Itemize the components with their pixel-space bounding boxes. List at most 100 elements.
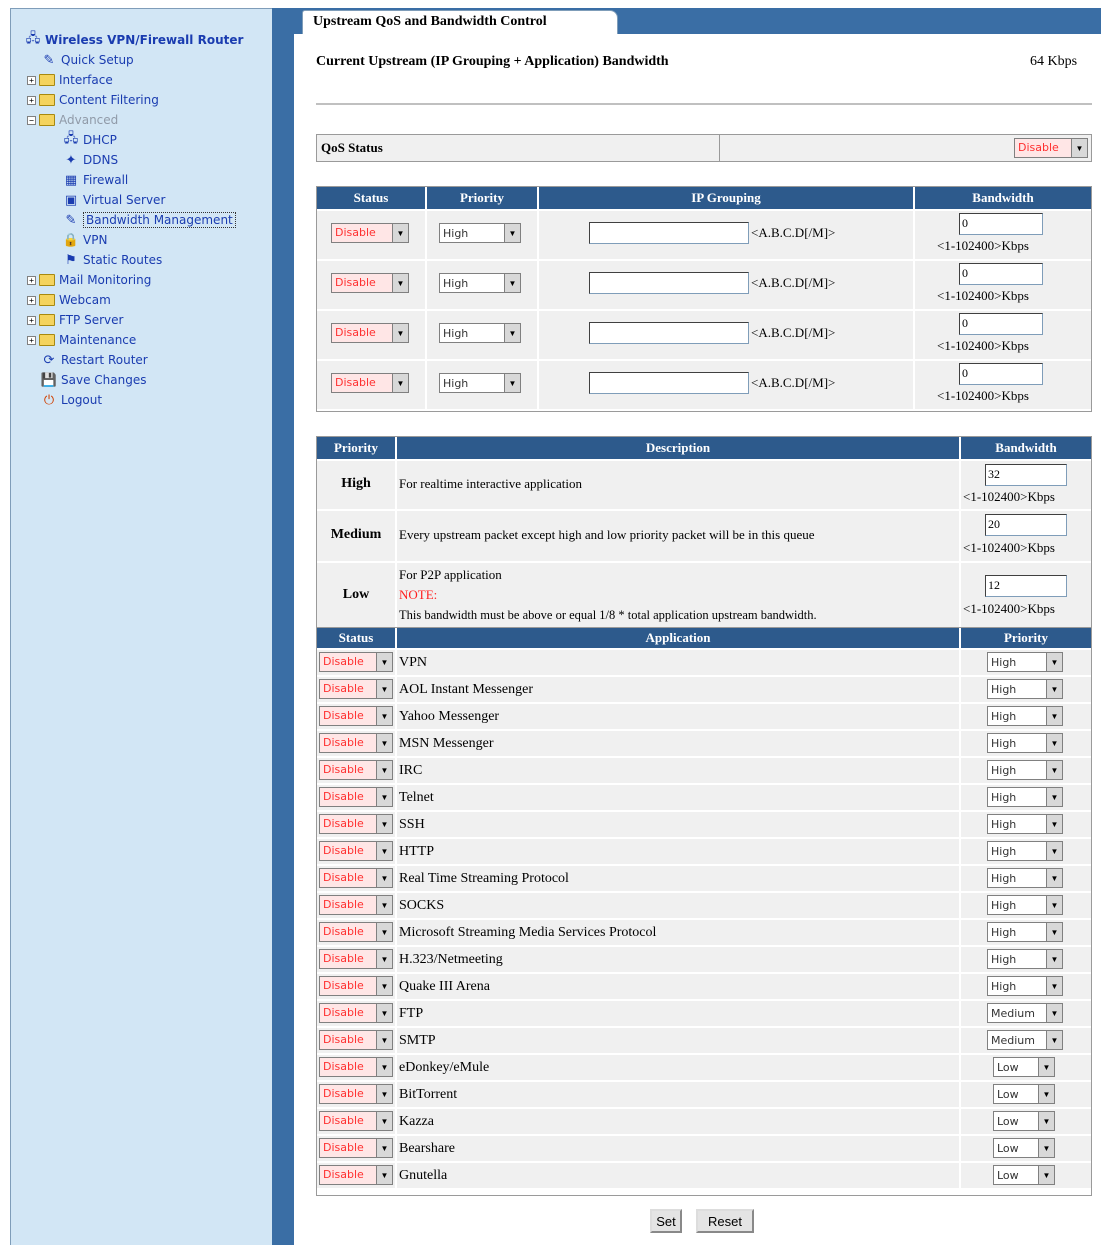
app-priority-select[interactable]: High ▼	[987, 976, 1063, 996]
app-priority-value: High	[991, 709, 1017, 723]
sidebar-item-restart-router[interactable]: ⟳ Restart Router	[41, 351, 148, 369]
expand-icon[interactable]: +	[27, 295, 36, 305]
ip-grouping-input[interactable]	[589, 322, 749, 344]
sidebar-item-label: Virtual Server	[83, 193, 166, 207]
ip-priority-select[interactable]: High ▼	[439, 273, 521, 293]
qos-status-select[interactable]: Disable ▼	[1014, 138, 1088, 158]
app-status-select[interactable]: Disable ▼	[319, 1057, 393, 1077]
sidebar-item-ddns[interactable]: ✦ DDNS	[63, 151, 119, 169]
tree-root-label: Wireless VPN/Firewall Router	[45, 33, 244, 47]
ip-priority-select[interactable]: High ▼	[439, 373, 521, 393]
sidebar-item-vpn[interactable]: 🔒 VPN	[63, 231, 108, 249]
medium-bandwidth-input[interactable]: 20	[985, 514, 1067, 536]
expand-icon[interactable]: +	[27, 75, 36, 85]
sidebar-item-label: VPN	[83, 233, 108, 247]
expand-icon[interactable]: +	[27, 315, 36, 325]
sidebar-item-bandwidth-management[interactable]: ✎ Bandwidth Management	[63, 211, 236, 229]
sidebar-item-webcam[interactable]: + Webcam	[27, 291, 111, 309]
app-status-select[interactable]: Disable ▼	[319, 1030, 393, 1050]
app-status-select[interactable]: Disable ▼	[319, 760, 393, 780]
app-priority-select[interactable]: Medium ▼	[987, 1003, 1063, 1023]
app-status-select[interactable]: Disable ▼	[319, 1111, 393, 1131]
high-bandwidth-input[interactable]: 32	[985, 464, 1067, 486]
app-status-select[interactable]: Disable ▼	[319, 1084, 393, 1104]
app-priority-select[interactable]: Low ▼	[993, 1057, 1055, 1077]
app-priority-select[interactable]: High ▼	[987, 841, 1063, 861]
ip-bandwidth-input[interactable]: 0	[959, 313, 1043, 335]
expand-icon[interactable]: +	[27, 275, 36, 285]
ip-status-select[interactable]: Disable ▼	[331, 273, 409, 293]
ip-bandwidth-input[interactable]: 0	[959, 263, 1043, 285]
app-status-select[interactable]: Disable ▼	[319, 1003, 393, 1023]
tree-root[interactable]: 🖧 Wireless VPN/Firewall Router	[25, 31, 244, 49]
app-status-select[interactable]: Disable ▼	[319, 787, 393, 807]
app-priority-select[interactable]: Low ▼	[993, 1111, 1055, 1131]
app-priority-select[interactable]: High ▼	[987, 679, 1063, 699]
app-priority-select[interactable]: High ▼	[987, 895, 1063, 915]
app-priority-select[interactable]: High ▼	[987, 652, 1063, 672]
sidebar-item-mail-monitoring[interactable]: + Mail Monitoring	[27, 271, 151, 289]
sidebar-item-firewall[interactable]: ▦ Firewall	[63, 171, 128, 189]
sidebar-item-quick-setup[interactable]: ✎ Quick Setup	[41, 51, 134, 69]
app-status-select[interactable]: Disable ▼	[319, 679, 393, 699]
chevron-down-icon: ▼	[1046, 815, 1062, 833]
sidebar-item-content-filtering[interactable]: + Content Filtering	[27, 91, 159, 109]
ip-status-select[interactable]: Disable ▼	[331, 373, 409, 393]
ip-status-select[interactable]: Disable ▼	[331, 223, 409, 243]
ip-priority-select[interactable]: High ▼	[439, 223, 521, 243]
expand-icon[interactable]: +	[27, 335, 36, 345]
app-priority-select[interactable]: Medium ▼	[987, 1030, 1063, 1050]
app-priority-select[interactable]: Low ▼	[993, 1138, 1055, 1158]
reset-button[interactable]: Reset	[696, 1209, 754, 1233]
ip-grouping-input[interactable]	[589, 272, 749, 294]
ip-bandwidth-input[interactable]: 0	[959, 213, 1043, 235]
app-row-priority-cell: High ▼	[961, 974, 1091, 999]
sidebar-item-label: FTP Server	[59, 313, 124, 327]
app-status-select[interactable]: Disable ▼	[319, 976, 393, 996]
ip-status-value: Disable	[332, 274, 392, 292]
app-priority-select[interactable]: High ▼	[987, 706, 1063, 726]
app-status-select[interactable]: Disable ▼	[319, 868, 393, 888]
app-priority-select[interactable]: High ▼	[987, 760, 1063, 780]
ip-bandwidth-input[interactable]: 0	[959, 363, 1043, 385]
app-status-select[interactable]: Disable ▼	[319, 652, 393, 672]
frame-separator[interactable]	[272, 8, 294, 1245]
app-status-select[interactable]: Disable ▼	[319, 841, 393, 861]
app-status-select[interactable]: Disable ▼	[319, 1165, 393, 1185]
app-status-select[interactable]: Disable ▼	[319, 922, 393, 942]
ddns-icon: ✦	[65, 152, 77, 168]
low-bandwidth-input[interactable]: 12	[985, 575, 1067, 597]
sidebar-item-save-changes[interactable]: 💾 Save Changes	[41, 371, 147, 389]
app-priority-select[interactable]: Low ▼	[993, 1165, 1055, 1185]
app-status-select[interactable]: Disable ▼	[319, 706, 393, 726]
app-status-select[interactable]: Disable ▼	[319, 814, 393, 834]
sidebar-item-maintenance[interactable]: + Maintenance	[27, 331, 136, 349]
ip-grouping-input[interactable]	[589, 372, 749, 394]
tab-upstream-qos[interactable]: Upstream QoS and Bandwidth Control	[302, 10, 618, 34]
set-button[interactable]: Set	[650, 1209, 682, 1233]
sidebar-item-virtual-server[interactable]: ▣ Virtual Server	[63, 191, 166, 209]
ip-status-select[interactable]: Disable ▼	[331, 323, 409, 343]
app-status-select[interactable]: Disable ▼	[319, 895, 393, 915]
app-priority-select[interactable]: High ▼	[987, 922, 1063, 942]
ip-grouping-input[interactable]	[589, 222, 749, 244]
sidebar-item-static-routes[interactable]: ⚑ Static Routes	[63, 251, 162, 269]
app-status-select[interactable]: Disable ▼	[319, 949, 393, 969]
app-priority-select[interactable]: Low ▼	[993, 1084, 1055, 1104]
app-status-select[interactable]: Disable ▼	[319, 733, 393, 753]
app-priority-select[interactable]: High ▼	[987, 814, 1063, 834]
app-priority-select[interactable]: High ▼	[987, 787, 1063, 807]
ip-priority-select[interactable]: High ▼	[439, 323, 521, 343]
collapse-icon[interactable]: −	[27, 115, 36, 125]
sidebar-item-interface[interactable]: + Interface	[27, 71, 113, 89]
expand-icon[interactable]: +	[27, 95, 36, 105]
app-priority-select[interactable]: High ▼	[987, 868, 1063, 888]
chevron-down-icon: ▼	[1046, 680, 1062, 698]
sidebar-item-dhcp[interactable]: 🖧 DHCP	[63, 131, 117, 149]
app-status-select[interactable]: Disable ▼	[319, 1138, 393, 1158]
sidebar-item-logout[interactable]: ⏻ Logout	[41, 391, 102, 409]
app-priority-select[interactable]: High ▼	[987, 733, 1063, 753]
sidebar-item-advanced[interactable]: − Advanced	[27, 111, 118, 129]
app-priority-select[interactable]: High ▼	[987, 949, 1063, 969]
sidebar-item-ftp-server[interactable]: + FTP Server	[27, 311, 123, 329]
